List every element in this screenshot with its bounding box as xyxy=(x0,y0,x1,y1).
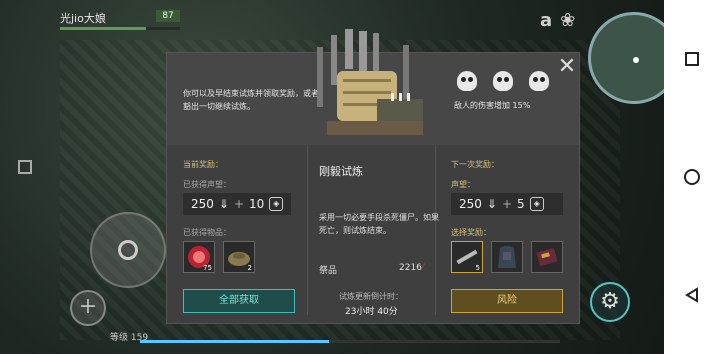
next-reward-label: 下一次奖励： xyxy=(451,160,499,169)
choice-item-slot[interactable]: 5 xyxy=(451,241,483,273)
movement-joystick[interactable] xyxy=(90,212,166,288)
divider xyxy=(307,145,308,315)
choose-reward-label: 选择奖励： xyxy=(451,228,491,237)
item-count: 2 xyxy=(247,264,252,272)
reward-item-slot[interactable]: 2 xyxy=(223,241,255,273)
current-rep-box: 250 ⇓ + 10 ◈ xyxy=(183,193,291,215)
current-reward-label: 当前奖励： xyxy=(183,160,223,169)
skull-up-icon xyxy=(529,71,549,91)
down-arrow-icon: ⇓ xyxy=(218,197,229,211)
health-bar-fill xyxy=(60,27,147,30)
action-gear-button[interactable]: ⚙ xyxy=(590,282,630,322)
health-bar xyxy=(60,27,180,30)
choice-item-slot[interactable] xyxy=(531,241,563,273)
health-value: 87 xyxy=(156,10,180,22)
timer-label: 试炼更新倒计时： xyxy=(339,292,403,301)
system-nav-bar xyxy=(664,0,720,354)
materials-label: 祭品 xyxy=(319,266,338,276)
close-button[interactable]: ✕ xyxy=(557,56,577,78)
next-rep-label: 声望： xyxy=(451,180,475,189)
modal-description: 你可以及早结束试炼并领取奖励，或者豁出一切继续试炼。 xyxy=(183,89,319,111)
claim-all-button[interactable]: 全部获取 xyxy=(183,289,295,313)
choice-item-slot[interactable] xyxy=(491,241,523,273)
player-name: 光jio大娘 xyxy=(60,12,106,25)
shield-icon: ◈ xyxy=(529,197,544,211)
xp-bar xyxy=(140,340,560,343)
current-items-label: 已获得物品： xyxy=(183,228,231,237)
trial-title: 刚毅试炼 xyxy=(319,165,363,178)
trial-reward-modal: ✕ 你可以及早结束试炼并领取奖励，或者豁出一切继续试炼。 敌人的伤害增加 15%… xyxy=(166,29,580,324)
square-icon[interactable] xyxy=(18,160,32,174)
xp-bar-fill xyxy=(140,340,329,343)
down-arrow-icon: ⇓ xyxy=(486,197,497,211)
trial-description: 采用一切必要手段杀死僵尸。如果死亡，则试炼结束。 xyxy=(319,213,439,235)
plus-sign: + xyxy=(501,197,513,211)
joystick-knob[interactable] xyxy=(118,240,138,260)
plus-sign: + xyxy=(233,197,245,211)
triangle-back-icon xyxy=(685,287,698,303)
next-rep-box: 250 ⇓ + 5 ◈ xyxy=(451,193,563,215)
risk-button[interactable]: 风险 xyxy=(451,289,563,313)
item-count: 5 xyxy=(475,264,480,272)
blood-icon: ⁄ xyxy=(421,263,424,273)
skull-icon xyxy=(493,71,513,91)
home-button[interactable] xyxy=(680,165,704,189)
rep-value: 250 xyxy=(459,197,482,211)
back-button[interactable] xyxy=(680,283,704,307)
rep-plus-value: 5 xyxy=(517,197,525,211)
heal-plus-button[interactable]: + xyxy=(70,290,106,326)
shield-icon: ◈ xyxy=(269,197,283,211)
square-icon xyxy=(685,52,699,66)
hud-top-icons: a ❀ xyxy=(540,10,575,31)
difficulty-skulls xyxy=(457,71,549,91)
timer-value: 23小时 40分 xyxy=(345,307,398,317)
materials-value: 2216⁄ xyxy=(399,263,423,273)
rep-plus-value: 10 xyxy=(249,197,265,211)
armor-vest-icon xyxy=(498,246,516,268)
damage-modifier-text: 敌人的伤害增加 15% xyxy=(454,101,531,110)
letter-a-icon[interactable]: a xyxy=(540,10,552,31)
recents-button[interactable] xyxy=(680,47,704,71)
circle-icon xyxy=(684,169,700,185)
reward-item-slot[interactable]: 75 xyxy=(183,241,215,273)
materials-count: 2216 xyxy=(399,263,422,273)
card-icon xyxy=(536,247,558,267)
skull-icon xyxy=(457,71,477,91)
item-count: 75 xyxy=(203,264,212,272)
rep-value: 250 xyxy=(191,197,214,211)
trial-machine-image xyxy=(317,29,423,135)
current-rep-label: 已获得声望： xyxy=(183,180,231,189)
paw-icon[interactable]: ❀ xyxy=(560,10,575,31)
